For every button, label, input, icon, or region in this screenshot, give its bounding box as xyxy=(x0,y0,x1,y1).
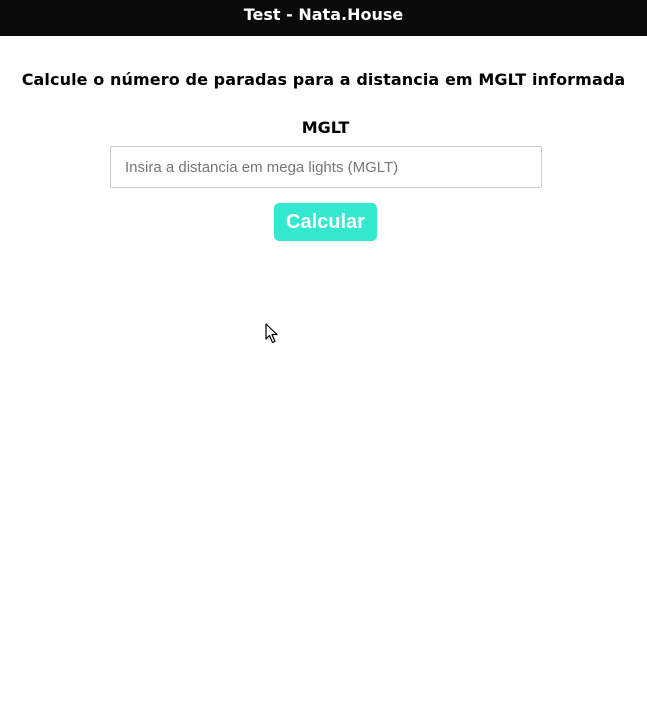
mglt-label: MGLT xyxy=(301,118,350,137)
page-heading: Calcule o número de paradas para a dista… xyxy=(21,70,626,89)
mglt-input[interactable] xyxy=(110,146,542,188)
mouse-pointer-icon xyxy=(265,323,278,344)
calculate-button[interactable]: Calcular xyxy=(274,203,377,241)
app-title: Test - Nata.House xyxy=(243,5,404,24)
top-bar: Test - Nata.House xyxy=(0,0,647,36)
